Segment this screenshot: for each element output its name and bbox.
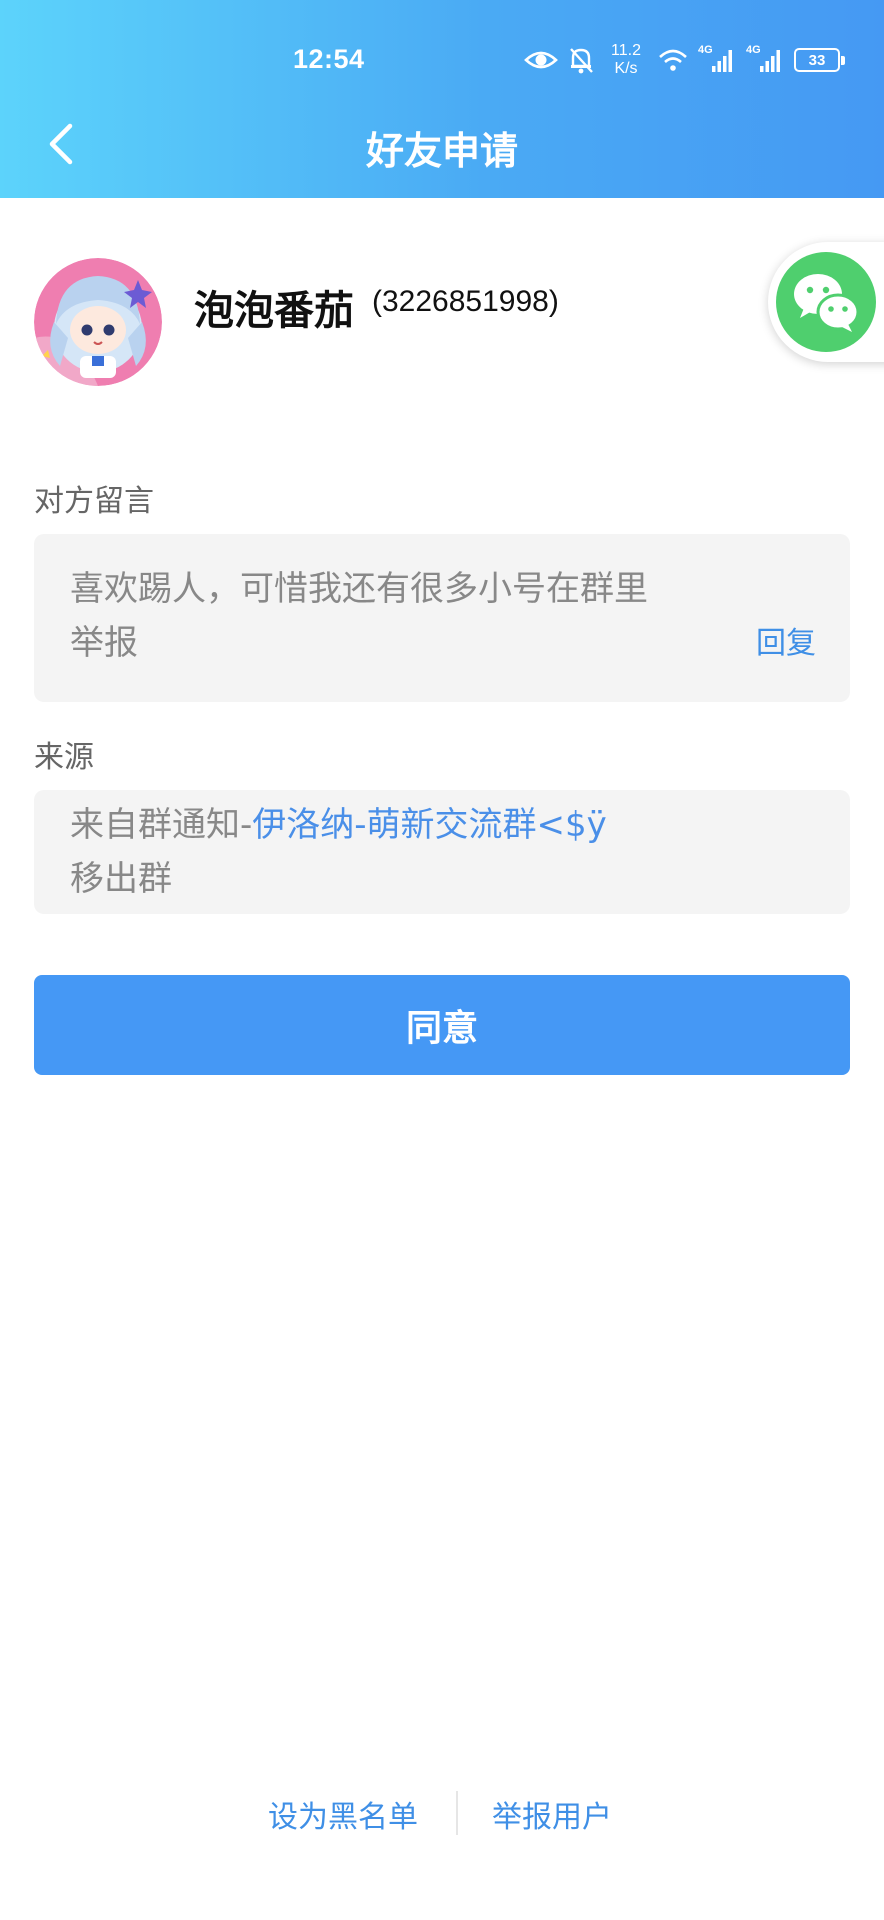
bottom-links: 设为黑名单 举报用户 [0, 1788, 884, 1848]
message-text: 喜欢踢人，可惜我还有很多小号在群里 举报 [70, 562, 690, 670]
avatar[interactable] [34, 258, 162, 386]
source-group-link[interactable]: 伊洛纳-萌新交流群<$ÿ [252, 805, 607, 845]
wechat-float-tab [768, 242, 884, 362]
wechat-button[interactable] [776, 252, 876, 352]
signal-sim1-icon: 4G [698, 44, 736, 74]
status-bar: 12:54 11.2 K/s 4G 4G 33 [0, 0, 884, 110]
net-speed: 11.2 K/s [604, 42, 648, 78]
message-section-label: 对方留言 [34, 484, 154, 519]
mute-bell-icon [568, 46, 594, 74]
wechat-icon [794, 274, 860, 332]
status-time: 12:54 [293, 44, 365, 74]
message-box: 喜欢踢人，可惜我还有很多小号在群里 举报 回复 [34, 534, 850, 702]
net-speed-value: 11.2 [611, 42, 641, 59]
user-id: (3226851998) [372, 285, 559, 318]
source-line-1: 来自群通知-伊洛纳-萌新交流群<$ÿ [70, 798, 690, 852]
report-user-link[interactable]: 举报用户 [492, 1792, 612, 1836]
status-icons: 11.2 K/s 4G 4G 33 [524, 38, 845, 82]
page-title: 好友申请 [365, 129, 518, 173]
wifi-icon [658, 48, 688, 72]
signal-sim2-icon: 4G [746, 44, 784, 74]
reply-link[interactable]: 回复 [756, 618, 816, 662]
agree-button[interactable]: 同意 [34, 975, 850, 1075]
source-text: 来自群通知-伊洛纳-萌新交流群<$ÿ 移出群 [70, 798, 690, 906]
app-header: 12:54 11.2 K/s 4G 4G 33 好友申请 [0, 0, 884, 198]
net-speed-unit: K/s [614, 60, 638, 77]
source-prefix: 来自群通知- [70, 805, 253, 845]
message-line-2: 举报 [70, 623, 138, 663]
user-name: 泡泡番茄 [194, 288, 354, 334]
source-section-label: 来源 [34, 740, 94, 775]
avatar-image [34, 258, 162, 386]
message-line-1: 喜欢踢人，可惜我还有很多小号在群里 [70, 569, 648, 609]
source-box: 来自群通知-伊洛纳-萌新交流群<$ÿ 移出群 [34, 790, 850, 914]
source-line-2: 移出群 [70, 859, 172, 899]
blacklist-link[interactable]: 设为黑名单 [268, 1792, 418, 1836]
link-divider [456, 1791, 458, 1835]
battery-indicator: 33 [794, 48, 845, 72]
eye-icon [524, 48, 558, 72]
